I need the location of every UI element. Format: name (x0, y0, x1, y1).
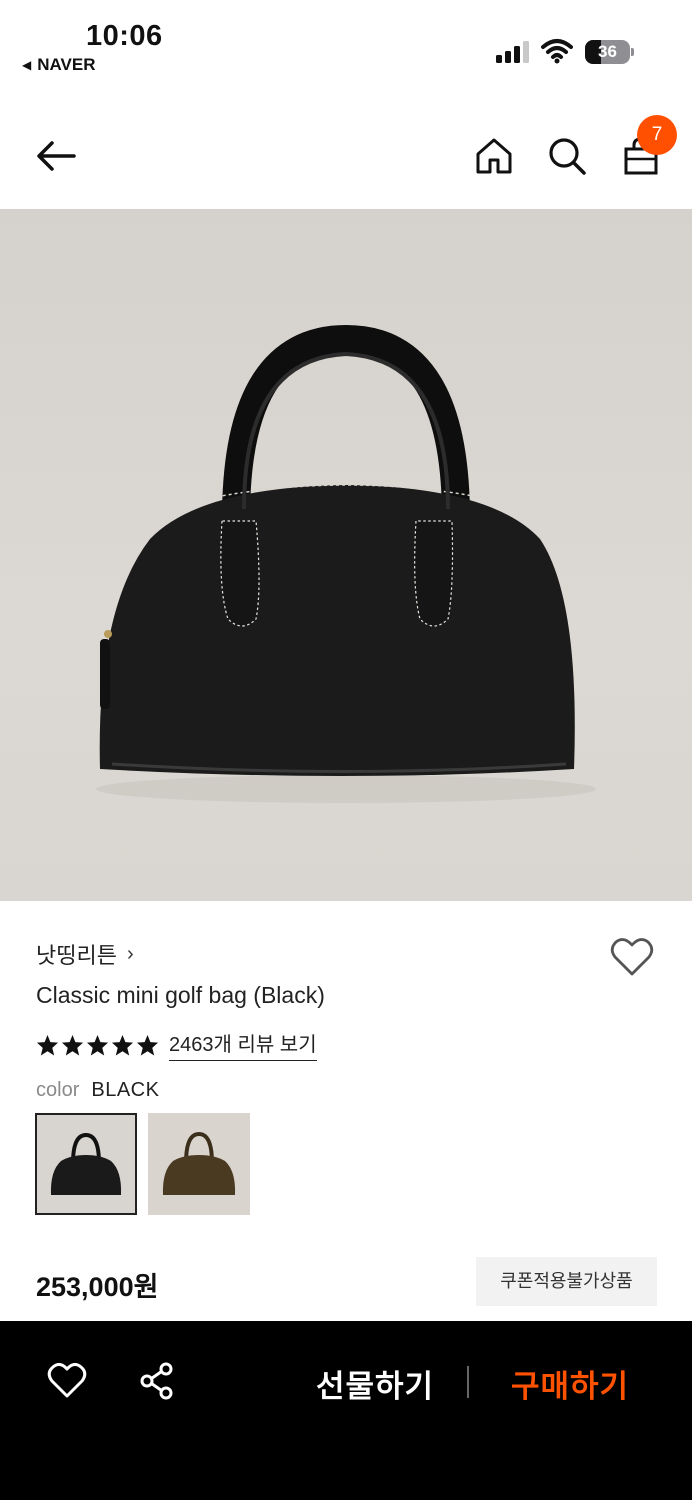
wishlist-heart-icon[interactable] (610, 937, 654, 977)
swatch-black-image (37, 1115, 135, 1213)
star-icon (36, 1034, 59, 1056)
battery-level: 36 (598, 42, 617, 61)
chevron-right-icon: › (126, 942, 134, 965)
star-icon (86, 1034, 109, 1056)
bag-illustration (96, 324, 596, 803)
battery-cap (631, 48, 634, 56)
rating-row: 2463개 리뷰 보기 (36, 1028, 317, 1061)
star-icon (136, 1034, 159, 1056)
status-bar: 10:06 ◀ NAVER 36 (0, 0, 692, 90)
battery-indicator: 36 (585, 40, 635, 64)
swatch-brown-image (148, 1113, 250, 1215)
brand-link[interactable]: 낫띵리튼 › (36, 938, 134, 970)
search-icon[interactable] (547, 136, 587, 176)
cellular-signal-icon (496, 41, 529, 63)
product-title: Classic mini golf bag (Black) (36, 982, 325, 1008)
wifi-icon (541, 39, 573, 64)
cart-count-badge: 7 (637, 115, 677, 155)
review-link[interactable]: 2463개 리뷰 보기 (169, 1028, 317, 1061)
back-triangle-icon: ◀ (22, 58, 32, 72)
status-time: 10:06 (86, 20, 163, 52)
home-icon[interactable] (474, 136, 514, 176)
swatch-brown[interactable] (148, 1113, 250, 1215)
star-icon (61, 1034, 84, 1056)
star-icon (111, 1034, 134, 1056)
top-navigation (0, 100, 692, 210)
star-rating (36, 1034, 159, 1056)
color-label: color (36, 1079, 80, 1101)
product-price: 253,000원 (36, 1272, 159, 1302)
buy-button[interactable]: 구매하기 (511, 1361, 629, 1406)
back-arrow-icon[interactable] (36, 136, 76, 176)
swatch-black[interactable] (35, 1113, 137, 1215)
action-divider (467, 1366, 469, 1398)
color-value: BLACK (91, 1079, 160, 1101)
coupon-not-applicable-badge: 쿠폰적용불가상품 (476, 1257, 657, 1306)
product-image[interactable] (0, 209, 692, 901)
back-to-app-link[interactable]: ◀ NAVER (22, 55, 95, 75)
gift-button[interactable]: 선물하기 (316, 1361, 434, 1406)
share-icon[interactable] (137, 1361, 177, 1401)
color-row: color BLACK (36, 1079, 159, 1102)
bottom-action-bar: 선물하기 구매하기 (0, 1321, 692, 1500)
bottom-heart-icon[interactable] (47, 1361, 87, 1401)
back-app-label: NAVER (37, 55, 96, 74)
brand-name: 낫띵리튼 (36, 943, 117, 968)
